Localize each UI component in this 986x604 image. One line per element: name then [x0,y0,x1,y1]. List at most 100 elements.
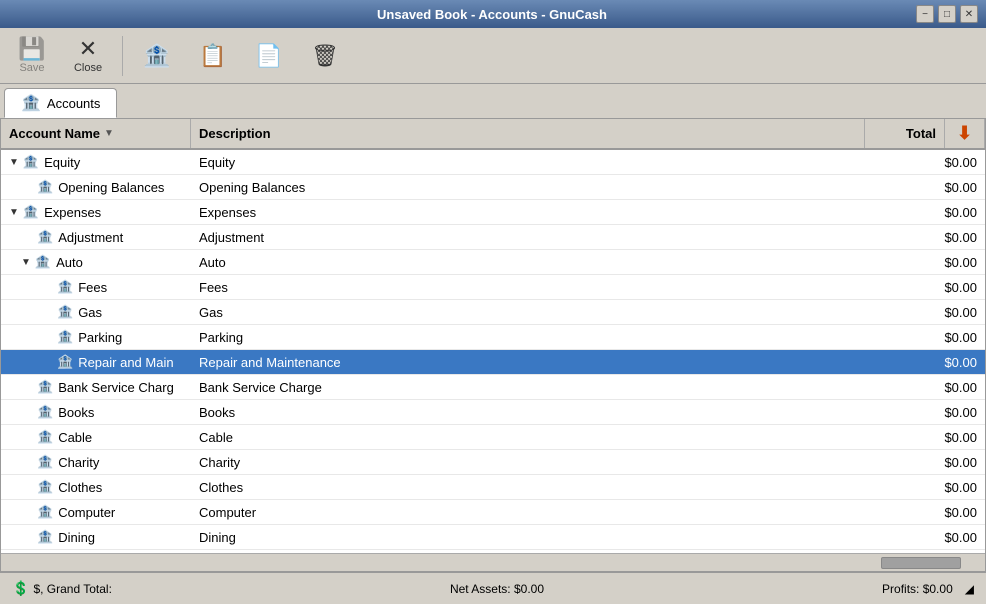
header-sort[interactable]: ⬇ [945,119,985,148]
table-row[interactable]: ▼🏦ExpensesExpenses$0.00 [1,200,985,225]
cell-account-name: 🏦Cable [1,427,191,447]
profits-section: Profits: $0.00 ◢ [882,582,974,596]
cell-description: Auto [191,253,905,272]
horizontal-scrollbar[interactable] [1,553,985,571]
table-row[interactable]: 🏦DiningDining$0.00 [1,525,985,550]
cell-total: $0.00 [905,353,985,372]
close-button[interactable]: ✕ [960,5,978,23]
maximize-button[interactable]: □ [938,5,956,23]
window-title: Unsaved Book - Accounts - GnuCash [68,7,916,22]
cell-total: $0.00 [905,503,985,522]
collapse-icon[interactable]: ▼ [9,207,19,218]
table-row[interactable]: ▼🏦AutoAuto$0.00 [1,250,985,275]
new-account-button[interactable]: 📄 [245,42,293,70]
tab-accounts-icon: 🏦 [21,93,41,113]
delete-account-button[interactable]: 🗑 [301,42,349,70]
toolbar-separator [122,36,123,76]
cell-account-name: 🏦Fees [1,277,191,297]
cell-description: Clothes [191,478,905,497]
cell-account-name: 🏦Repair and Main [1,352,191,372]
table-row[interactable]: 🏦ParkingParking$0.00 [1,325,985,350]
account-icon: 🏦 [37,529,53,545]
cell-total: $0.00 [905,528,985,547]
hscroll-thumb[interactable] [881,557,961,569]
cell-total: $0.00 [905,303,985,322]
table-header: Account Name ▼ Description Total ⬇ [1,119,985,150]
account-name-text: Cable [58,430,92,445]
account-name-text: Auto [56,255,83,270]
collapse-icon[interactable]: ▼ [21,257,31,268]
table-row[interactable]: 🏦ClothesClothes$0.00 [1,475,985,500]
account-icon: 🏦 [37,404,53,420]
net-assets-section: Net Assets: $0.00 [450,582,544,596]
close-tab-button[interactable]: ✕ Close [64,35,112,77]
account-name-text: Computer [58,505,115,520]
net-assets-value: Net Assets: $0.00 [450,582,544,596]
window-controls: − □ ✕ [916,5,978,23]
account-name-text: Books [58,405,94,420]
cell-account-name: 🏦Charity [1,452,191,472]
cell-description: Parking [191,328,905,347]
table-row[interactable]: 🏦ComputerComputer$0.00 [1,500,985,525]
cell-description: Expenses [191,203,905,222]
account-icon: 🏦 [57,304,73,320]
save-label: Save [19,62,44,74]
table-row[interactable]: 🏦Repair and MainRepair and Maintenance$0… [1,350,985,375]
accounts-table: Account Name ▼ Description Total ⬇ ▼🏦Equ… [1,119,985,553]
cell-total: $0.00 [905,228,985,247]
open-account-icon: 🏦 [143,45,170,67]
header-account-name[interactable]: Account Name ▼ [1,119,191,148]
tab-accounts[interactable]: 🏦 Accounts [4,88,117,118]
cell-account-name: ▼🏦Equity [1,152,191,172]
table-row[interactable]: 🏦GasGas$0.00 [1,300,985,325]
collapse-icon[interactable]: ▼ [9,157,19,168]
cell-description: Books [191,403,905,422]
cell-description: Cable [191,428,905,447]
cell-total: $0.00 [905,478,985,497]
status-indicator: ◢ [965,582,974,596]
account-icon: 🏦 [23,154,39,170]
table-row[interactable]: 🏦AdjustmentAdjustment$0.00 [1,225,985,250]
table-row[interactable]: 🏦CharityCharity$0.00 [1,450,985,475]
table-row[interactable]: ▼🏦EquityEquity$0.00 [1,150,985,175]
new-account-icon: 📄 [255,45,282,67]
header-total[interactable]: Total [865,119,945,148]
cell-total: $0.00 [905,403,985,422]
cell-total: $0.00 [905,153,985,172]
cell-description: Dining [191,528,905,547]
account-icon: 🏦 [57,329,73,345]
profits-value: Profits: $0.00 [882,582,953,596]
grand-total-label: $, Grand Total: [33,582,112,596]
edit-account-button[interactable]: 📋 [189,42,237,70]
save-button[interactable]: 💾 Save [8,35,56,77]
account-name-text: Repair and Main [78,355,173,370]
grand-total-section: 💲 $, Grand Total: [12,580,112,597]
cell-total: $0.00 [905,378,985,397]
table-row[interactable]: 🏦Opening BalancesOpening Balances$0.00 [1,175,985,200]
table-row[interactable]: 🏦BooksBooks$0.00 [1,400,985,425]
table-body[interactable]: ▼🏦EquityEquity$0.00🏦Opening BalancesOpen… [1,150,985,553]
table-row[interactable]: 🏦FeesFees$0.00 [1,275,985,300]
table-row[interactable]: 🏦CableCable$0.00 [1,425,985,450]
cell-total: $0.00 [905,178,985,197]
cell-account-name: 🏦 Books [1,402,191,422]
cell-account-name: ▼🏦Auto [1,252,191,272]
header-description[interactable]: Description [191,119,865,148]
close-label: Close [74,62,102,74]
open-account-button[interactable]: 🏦 [133,42,181,70]
cell-total: $0.00 [905,278,985,297]
account-name-text: Parking [78,330,122,345]
minimize-button[interactable]: − [916,5,934,23]
account-icon: 🏦 [37,479,53,495]
cell-description: Fees [191,278,905,297]
account-icon: 🏦 [57,279,73,295]
close-icon: ✕ [79,38,97,60]
table-row[interactable]: 🏦Bank Service ChargBank Service Charge$0… [1,375,985,400]
cell-account-name: 🏦 Parking [1,327,191,347]
cell-account-name: 🏦Clothes [1,477,191,497]
main-content: Account Name ▼ Description Total ⬇ ▼🏦Equ… [0,118,986,572]
account-icon: 🏦 [37,504,53,520]
cell-account-name: 🏦Opening Balances [1,177,191,197]
cell-total: $0.00 [905,428,985,447]
cell-total: $0.00 [905,203,985,222]
